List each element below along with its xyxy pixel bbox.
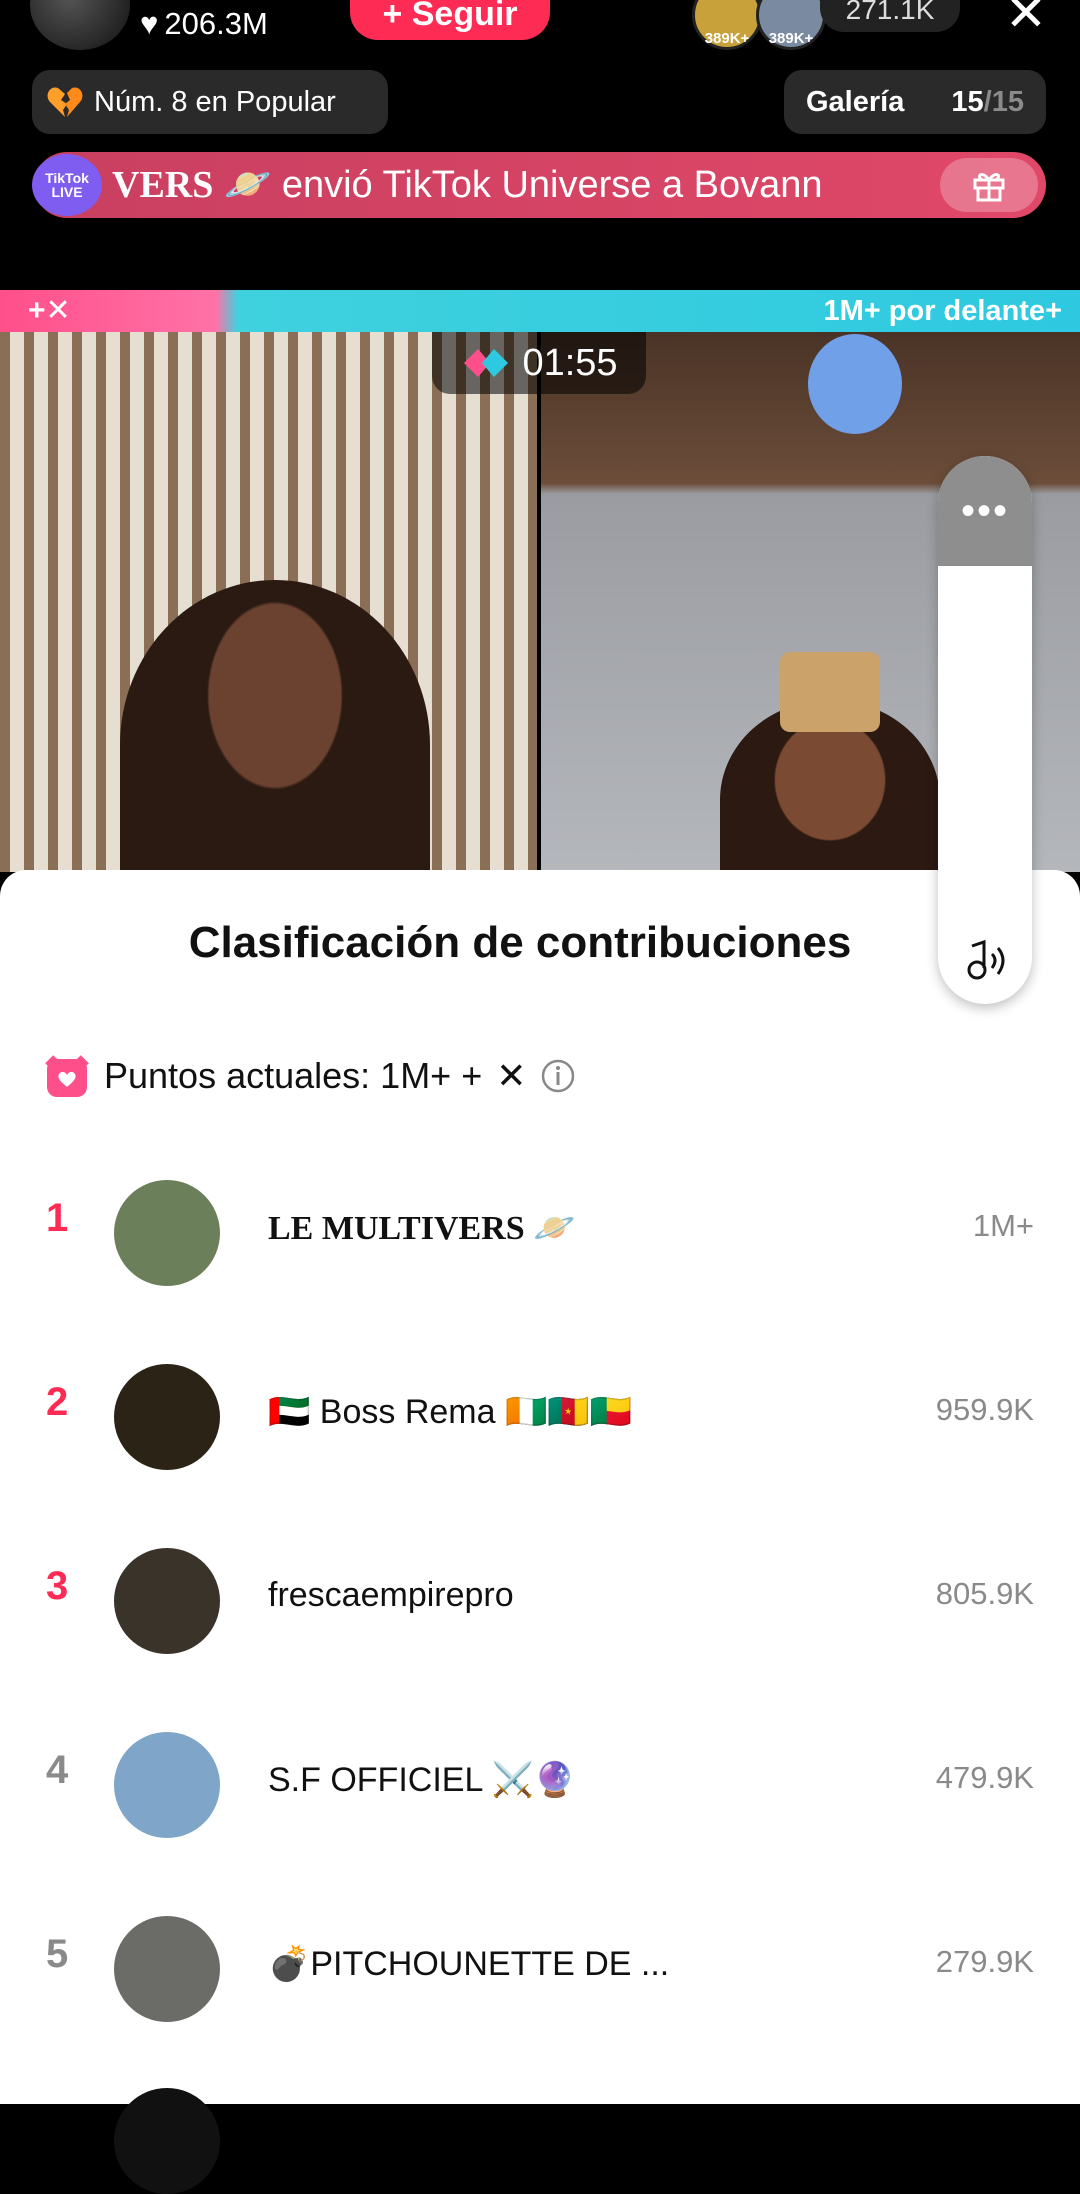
- gallery-label: Galería: [806, 85, 905, 118]
- info-icon[interactable]: [540, 1058, 576, 1094]
- username[interactable]: LE MULTIVERS 🪐: [268, 1208, 576, 1248]
- planet-emoji: 🪐: [223, 164, 272, 206]
- host-avatar[interactable]: [30, 0, 130, 50]
- contribution-sheet: Clasificación de contribuciones Puntos a…: [0, 870, 1080, 2194]
- avatar[interactable]: [114, 1548, 220, 1654]
- contribution-score: 279.9K: [935, 1944, 1034, 1979]
- contribution-score: 805.9K: [935, 1576, 1034, 1611]
- avatar[interactable]: [114, 1732, 220, 1838]
- leaderboard-row[interactable]: 4 S.F OFFICIEL ⚔️🔮 479.9K: [0, 1692, 1080, 1876]
- avatar[interactable]: [114, 1364, 220, 1470]
- close-icon[interactable]: ✕: [998, 0, 1054, 44]
- username[interactable]: 💣PITCHOUNETTE DE ...: [268, 1944, 669, 1984]
- contribution-score: 1M+: [972, 1208, 1034, 1243]
- battle-lead-label: 1M+ por delante+: [823, 295, 1062, 327]
- sheet-title: Clasificación de contribuciones: [188, 918, 852, 967]
- gift-banner-text: VERS 🪐 envió TikTok Universe a Bovann: [112, 163, 940, 207]
- x-icon: ✕: [496, 1055, 527, 1096]
- leaderboard-row[interactable]: 1 LE MULTIVERS 🪐 1M+: [0, 1140, 1080, 1324]
- leaderboard-row[interactable]: 5 💣PITCHOUNETTE DE ... 279.9K: [0, 1876, 1080, 2060]
- contribution-score: 479.9K: [935, 1760, 1034, 1795]
- username[interactable]: frescaempirepro: [268, 1576, 514, 1615]
- rank-number: 4: [46, 1748, 69, 1792]
- rank-number: 1: [46, 1196, 69, 1240]
- more-options-button[interactable]: •••: [938, 456, 1032, 566]
- hat-decoration: [780, 652, 880, 732]
- gift-button[interactable]: [940, 158, 1038, 212]
- tiktok-live-badge: TikTok LIVE: [32, 154, 102, 216]
- rank-number: 2: [46, 1380, 69, 1424]
- gift-banner[interactable]: TikTok LIVE VERS 🪐 envió TikTok Universe…: [32, 152, 1046, 218]
- top-viewer-avatar-1[interactable]: 389K+: [692, 0, 762, 50]
- gallery-pill[interactable]: Galería 15/15: [784, 70, 1046, 134]
- leaderboard-row[interactable]: 2 🇦🇪 Boss Rema 🇨🇮🇨🇲🇧🇯 959.9K: [0, 1324, 1080, 1508]
- rank-number: 3: [46, 1564, 69, 1608]
- gift-icon: [973, 173, 1005, 202]
- battle-timer-text: 01:55: [522, 341, 618, 384]
- side-control-panel[interactable]: •••: [938, 456, 1032, 1004]
- popular-rank-label: Núm. 8 en Popular: [94, 85, 336, 118]
- viewer-count[interactable]: 271.1K: [820, 0, 960, 32]
- contribution-score: 959.9K: [935, 1392, 1034, 1427]
- points-label: Puntos actuales: 1M+ +: [104, 1055, 483, 1096]
- leaderboard-row[interactable]: 3 frescaempirepro 805.9K: [0, 1508, 1080, 1692]
- avatar[interactable]: [114, 1916, 220, 2022]
- username[interactable]: S.F OFFICIEL ⚔️🔮: [268, 1760, 576, 1800]
- battle-timer: 01:55: [432, 332, 646, 394]
- alarm-clock-icon: [45, 1055, 89, 1097]
- avatar[interactable]: [114, 1180, 220, 1286]
- popular-rank-pill[interactable]: Núm. 8 en Popular: [32, 70, 388, 134]
- gift-message: envió TikTok Universe a Bovann: [281, 164, 823, 206]
- gallery-progress: 15/15: [951, 85, 1024, 118]
- heart-icon: ♥: [140, 6, 159, 41]
- battle-left-label: +✕: [28, 294, 71, 327]
- likes-counter: ♥ 206.3M: [140, 6, 268, 42]
- follow-button[interactable]: + Seguir: [350, 0, 550, 40]
- username[interactable]: 🇦🇪 Boss Rema 🇨🇮🇨🇲🇧🇯: [268, 1392, 632, 1432]
- likes-count: 206.3M: [164, 6, 268, 41]
- current-points-row: Puntos actuales: 1M+ + ✕: [44, 1053, 576, 1099]
- broken-heart-icon: [47, 87, 83, 117]
- host-left-person: [120, 580, 430, 910]
- sound-icon[interactable]: [958, 938, 1014, 984]
- gift-sender: VERS: [112, 164, 214, 206]
- top-viewer-avatar-2[interactable]: 389K+: [756, 0, 826, 50]
- rank-number: 5: [46, 1932, 69, 1976]
- balloon: [808, 334, 902, 434]
- battle-icon: [464, 349, 509, 377]
